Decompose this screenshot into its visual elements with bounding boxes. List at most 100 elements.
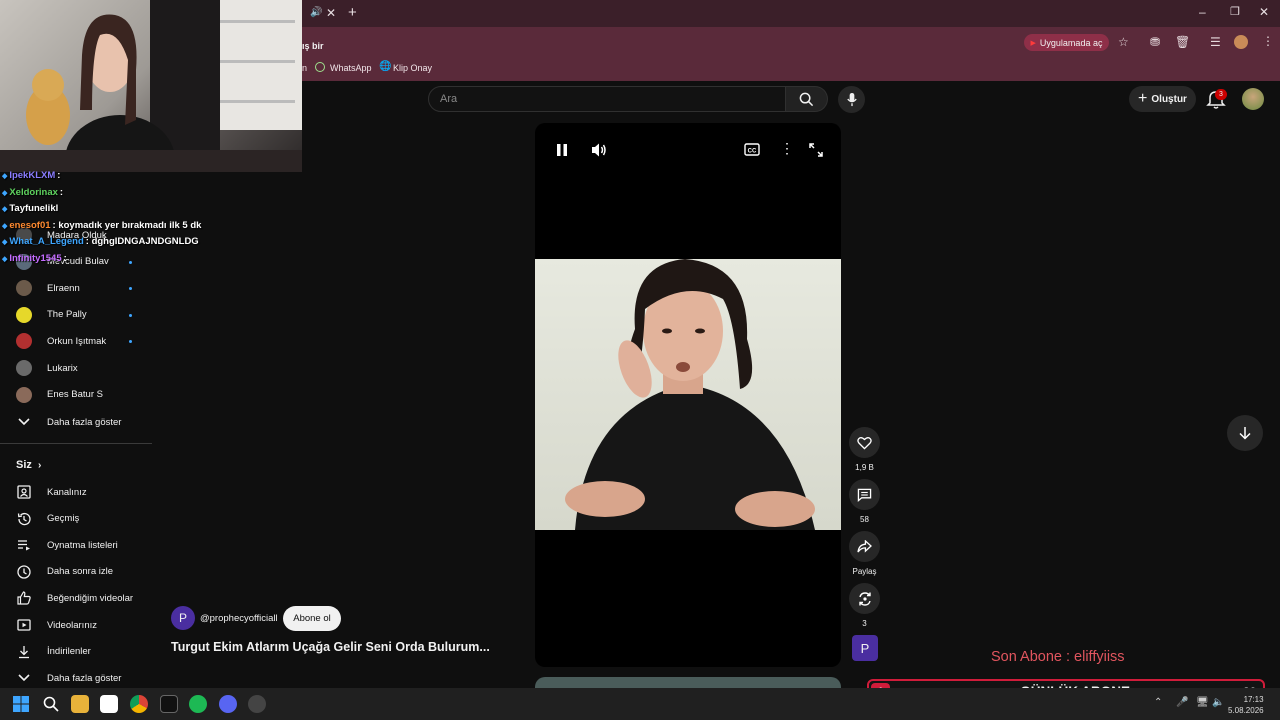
open-in-app-button[interactable]: ▶ Uygulamada aç xyxy=(1024,34,1109,51)
arrow-down-icon xyxy=(1239,427,1251,440)
voice-search-button[interactable] xyxy=(838,86,865,113)
you-item-label: Beğendiğim videolar xyxy=(47,592,134,604)
tray-chevron-icon[interactable]: ⌃ xyxy=(1154,697,1162,708)
new-tab-icon[interactable]: + xyxy=(348,4,357,21)
you-item[interactable]: Oynatma listeleri xyxy=(0,532,152,558)
chat-username: Infinity1545 xyxy=(9,253,62,264)
remix-icon xyxy=(858,591,871,606)
chat-text: : dghgIDNGAJNDGNLDG xyxy=(85,236,199,248)
search-button[interactable] xyxy=(786,86,828,112)
audio-app-icon[interactable] xyxy=(160,695,178,713)
channel-avatar xyxy=(16,360,32,376)
channel-avatar xyxy=(16,333,32,350)
you-section-header[interactable]: Siz › xyxy=(16,459,41,471)
next-video-button[interactable] xyxy=(1227,415,1263,451)
video-icon xyxy=(16,617,32,633)
channel-handle[interactable]: @prophecyofficiall xyxy=(200,613,278,624)
network-icon[interactable]: 🖥 xyxy=(1196,697,1209,708)
search-input[interactable]: Ara xyxy=(428,86,786,112)
restore-icon[interactable]: ❐ xyxy=(1230,5,1240,18)
star-icon[interactable]: ☆ xyxy=(1118,35,1129,49)
chat-message: ◆ Infinity1545: xyxy=(2,253,67,264)
video-title[interactable]: Turgut Ekim Atlarım Uçağa Gelir Seni Ord… xyxy=(171,640,490,654)
globe-icon: 🌐 xyxy=(379,61,392,72)
new-content-dot xyxy=(129,287,132,291)
more-options-icon[interactable]: ⋮ xyxy=(780,140,794,157)
pause-icon[interactable] xyxy=(556,143,568,157)
chat-username: IpekKLXM xyxy=(9,170,56,181)
subscription-item[interactable]: Orkun Işıtmak xyxy=(0,328,152,354)
user-avatar[interactable] xyxy=(1242,88,1264,110)
captions-icon[interactable]: CC xyxy=(744,143,760,156)
mic-tray-icon[interactable]: 🎤 xyxy=(1176,697,1188,708)
channel-avatar xyxy=(16,280,32,297)
spotify-icon[interactable] xyxy=(189,695,207,713)
minimize-icon[interactable]: – xyxy=(1199,5,1206,19)
trash-icon[interactable]: 🗑 xyxy=(1175,35,1190,49)
search-icon xyxy=(799,92,814,106)
comments-button[interactable] xyxy=(849,479,880,510)
audio-icon[interactable]: 🔊 xyxy=(310,7,322,18)
remix-button[interactable] xyxy=(849,583,880,614)
chat-text: : xyxy=(63,253,67,264)
subscription-label: Orkun Işıtmak xyxy=(47,335,107,347)
whatsapp-icon xyxy=(315,62,325,72)
chevron-down-icon xyxy=(16,670,32,686)
speaker-icon[interactable]: 🔈 xyxy=(1212,697,1224,708)
taskbar-search-icon[interactable] xyxy=(42,695,60,713)
channel-avatar[interactable]: P xyxy=(171,606,195,630)
subscription-item[interactable]: Lukarix xyxy=(0,355,152,381)
windows-start-icon[interactable] xyxy=(12,695,30,713)
channel-avatar-icon xyxy=(16,386,32,403)
shorts-player[interactable]: CC ⋮ xyxy=(535,123,841,667)
chat-username: enesof01 xyxy=(9,219,51,231)
you-item-label: Daha sonra izle xyxy=(47,566,114,578)
you-item-label: Videolarınız xyxy=(47,619,97,631)
channel-avatar-icon xyxy=(16,360,32,376)
create-button[interactable]: + Oluştur xyxy=(1129,86,1196,112)
discord-icon[interactable] xyxy=(219,695,237,713)
channel-thumbnail[interactable]: P xyxy=(852,635,878,661)
fullscreen-icon[interactable] xyxy=(809,143,823,157)
you-item[interactable]: İndirilenler xyxy=(0,639,152,665)
system-clock[interactable]: 17:13 5.08.2026 xyxy=(1228,694,1264,716)
subscription-item[interactable]: The Pally xyxy=(0,302,152,328)
chat-message: ◆ enesof01: koymadık yer bırakmadı ilk 5… xyxy=(2,220,201,231)
volume-icon[interactable] xyxy=(591,142,607,158)
history-icon xyxy=(16,511,32,527)
svg-text:CC: CC xyxy=(748,148,757,154)
you-item[interactable]: Kanalınız xyxy=(0,479,152,505)
you-item[interactable]: Videolarınız xyxy=(0,612,152,638)
close-window-icon[interactable]: ✕ xyxy=(1259,5,1269,19)
like-button[interactable] xyxy=(849,427,880,458)
extension-icon[interactable]: ⛃ xyxy=(1150,35,1160,49)
subscription-label: The Pally xyxy=(47,309,87,321)
show-more-subscriptions[interactable]: Daha fazla göster xyxy=(0,409,152,435)
share-button[interactable] xyxy=(849,531,880,562)
new-content-dot xyxy=(129,313,132,317)
chat-username: What_A_Legend xyxy=(9,236,84,248)
subscription-item[interactable]: Elraenn xyxy=(0,275,152,301)
channel-avatar-icon xyxy=(16,333,32,350)
you-item[interactable]: Beğendiğim videolar xyxy=(0,585,152,611)
chat-username: Tayfunelikl xyxy=(9,203,59,215)
subscription-item[interactable]: Enes Batur S xyxy=(0,382,152,408)
snipping-tool-icon[interactable] xyxy=(100,695,118,713)
menu-icon[interactable]: ⋮ xyxy=(1262,34,1274,48)
bookmark-whatsapp[interactable]: WhatsApp xyxy=(330,63,372,73)
profile-avatar[interactable] xyxy=(1234,35,1248,49)
mic-icon xyxy=(846,92,857,107)
bookmark-klip-onay[interactable]: Klip Onay xyxy=(393,63,432,73)
chevron-down-icon xyxy=(16,414,32,430)
page-url[interactable]: ış bir xyxy=(302,41,324,51)
obs-icon[interactable] xyxy=(248,695,266,713)
subscribe-button[interactable]: Abone ol xyxy=(283,606,341,631)
chat-message: ◆ Xeldorinax: xyxy=(2,187,63,198)
you-item[interactable]: Geçmiş xyxy=(0,506,152,532)
media-icon[interactable]: ☰ xyxy=(1210,35,1221,49)
you-item[interactable]: Daha sonra izle xyxy=(0,559,152,585)
chrome-icon[interactable] xyxy=(130,695,148,713)
close-tab-icon[interactable]: ✕ xyxy=(326,6,336,20)
remix-count: 3 xyxy=(862,619,867,628)
file-explorer-icon[interactable] xyxy=(71,695,89,713)
